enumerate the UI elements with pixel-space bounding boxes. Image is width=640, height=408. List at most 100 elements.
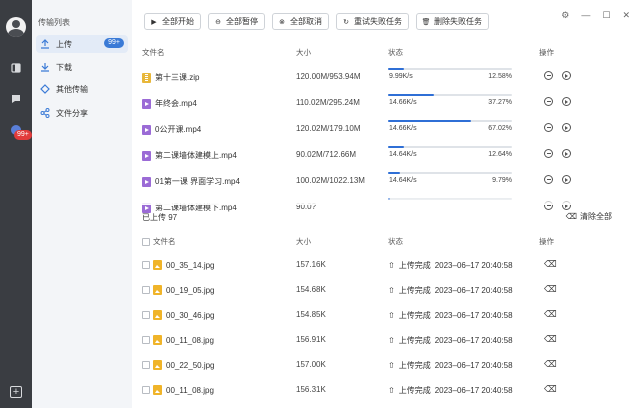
file-name-text: 01第一课 界面学习.mp4 [155, 177, 240, 186]
zip-file-icon [142, 72, 151, 83]
pause-icon[interactable] [544, 149, 553, 158]
row-checkbox[interactable] [142, 386, 150, 394]
file-name: 00_22_50.jpg [142, 360, 215, 370]
close-icon[interactable]: ✕ [622, 10, 630, 21]
video-file-icon [142, 124, 151, 135]
upload-done-icon: ⇧ [388, 286, 395, 295]
sidebar-item-other-transfer[interactable]: 其他传输 [36, 80, 128, 98]
sidebar-item-label: 文件分享 [56, 108, 88, 118]
pause-circle-icon: ⊖ [215, 18, 221, 26]
clear-record-icon[interactable]: ⌫ [544, 334, 557, 344]
status-text: 上传完成 [398, 261, 431, 270]
pause-icon[interactable] [544, 123, 553, 132]
row-checkbox[interactable] [142, 361, 150, 369]
retry-failed-label: 重试失败任务 [354, 17, 402, 26]
upload-status: ⇧ 上传完成 2023–06–17 20:40:58 [388, 260, 513, 271]
pause-all-button[interactable]: ⊖ 全部暂停 [208, 13, 265, 30]
eraser-icon: ⌫ [565, 212, 577, 221]
select-all-checkbox[interactable] [142, 237, 150, 246]
video-file-icon [142, 98, 151, 109]
share-icon [40, 108, 50, 118]
toolbar: ▶ 全部开始 ⊖ 全部暂停 ⊗ 全部取消 ↻ 重试失败任务 🗑 删除失败任务 [144, 13, 489, 30]
file-size: 154.85K [296, 310, 326, 319]
play-icon[interactable] [562, 149, 571, 158]
message-icon[interactable] [8, 91, 24, 107]
clear-record-icon[interactable]: ⌫ [544, 309, 557, 319]
upload-speed: 14.66K/s [389, 125, 417, 132]
settings-icon[interactable]: ⚙ [561, 10, 569, 21]
col-header-status: 状态 [388, 48, 403, 57]
uploaded-row: 00_19_05.jpg 154.68K ⇧ 上传完成 2023–06–17 20:40… [142, 279, 627, 303]
uploaded-row: 00_30_46.jpg 154.85K ⇧ 上传完成 2023–06–17 20:40… [142, 304, 627, 328]
clear-record-icon[interactable]: ⌫ [544, 259, 557, 269]
image-file-icon [153, 310, 162, 320]
play-circle-icon: ▶ [151, 18, 157, 26]
header-label: 文件名 [153, 237, 176, 246]
upload-speed: 14.66K/s [389, 99, 417, 106]
upload-row: 年终会.mp4 110.02M/295.24M 14.66K/s 37.27% [142, 92, 627, 116]
row-checkbox[interactable] [142, 261, 150, 269]
add-icon[interactable]: + [10, 386, 22, 398]
video-file-icon [142, 176, 151, 187]
upload-status: ⇧ 上传完成 2023–06–17 20:40:58 [388, 360, 513, 371]
start-all-button[interactable]: ▶ 全部开始 [144, 13, 201, 30]
files-icon[interactable] [8, 60, 24, 76]
status-time: 2023–06–17 20:40:58 [434, 311, 513, 320]
file-size: 156.31K [296, 385, 326, 394]
file-name: 00_30_46.jpg [142, 310, 215, 320]
status-text: 上传完成 [398, 386, 431, 395]
avatar[interactable] [6, 17, 26, 37]
status-text: 上传完成 [398, 361, 431, 370]
sidebar-item-download[interactable]: 下载 [36, 58, 128, 76]
start-all-label: 全部开始 [162, 17, 194, 26]
row-checkbox[interactable] [142, 286, 150, 294]
window-controls: ⚙ — ☐ ✕ [561, 10, 630, 21]
sidebar-item-file-share[interactable]: 文件分享 [36, 104, 128, 122]
progress-percent: 12.64% [488, 151, 512, 158]
file-name-text: 00_19_05.jpg [166, 285, 215, 295]
pause-icon[interactable] [544, 175, 553, 184]
clear-all-button[interactable]: ⌫ 清除全部 [566, 211, 612, 222]
cancel-all-button[interactable]: ⊗ 全部取消 [272, 13, 329, 30]
upload-done-icon: ⇧ [388, 311, 395, 320]
row-actions [544, 123, 571, 132]
video-file-icon [142, 150, 151, 161]
pause-icon[interactable] [544, 97, 553, 106]
delete-failed-button[interactable]: 🗑 删除失败任务 [416, 13, 489, 30]
sidebar-item-label: 其他传输 [56, 84, 88, 94]
list-fade [132, 195, 640, 205]
sidebar-item-upload[interactable]: 上传 99+ [36, 35, 128, 53]
progress: 9.99K/s 12.58% [388, 68, 512, 80]
play-icon[interactable] [562, 175, 571, 184]
clear-record-icon[interactable]: ⌫ [544, 384, 557, 394]
pause-icon[interactable] [544, 71, 553, 80]
upload-speed: 9.99K/s [389, 73, 413, 80]
play-icon[interactable] [562, 71, 571, 80]
row-actions [544, 149, 571, 158]
row-checkbox[interactable] [142, 336, 150, 344]
upload-speed: 14.64K/s [389, 151, 417, 158]
uploaded-row: 00_11_08.jpg 156.31K ⇧ 上传完成 2023–06–17 20:40… [142, 379, 627, 403]
uploaded-row: 00_22_50.jpg 157.00K ⇧ 上传完成 2023–06–17 20:40… [142, 354, 627, 378]
main-panel: ▶ 全部开始 ⊖ 全部暂停 ⊗ 全部取消 ↻ 重试失败任务 🗑 删除失败任务 ⚙ — ☐ … [132, 0, 640, 408]
uploaded-header-name: 文件名 [142, 236, 176, 247]
play-icon[interactable] [562, 97, 571, 106]
col-header-ops: 操作 [539, 48, 554, 57]
pause-all-label: 全部暂停 [226, 17, 258, 26]
minimize-icon[interactable]: — [581, 10, 590, 21]
upload-speed: 14.64K/s [389, 177, 417, 184]
progress-track [388, 172, 512, 174]
maximize-icon[interactable]: ☐ [602, 10, 610, 21]
row-checkbox[interactable] [142, 311, 150, 319]
progress-fill [388, 120, 472, 122]
upload-row: 01第一课 界面学习.mp4 100.02M/1022.13M 14.64K/s 9.… [142, 170, 627, 194]
file-size: 120.00M/953.94M [296, 72, 361, 81]
retry-failed-button[interactable]: ↻ 重试失败任务 [336, 13, 409, 30]
clear-record-icon[interactable]: ⌫ [544, 284, 557, 294]
status-time: 2023–06–17 20:40:58 [434, 261, 513, 270]
clear-record-icon[interactable]: ⌫ [544, 359, 557, 369]
upload-row: 0公开课.mp4 120.02M/179.10M 14.66K/s 67.02% [142, 118, 627, 142]
col-header-name: 文件名 [142, 48, 165, 57]
play-icon[interactable] [562, 123, 571, 132]
progress-percent: 9.79% [492, 177, 512, 184]
